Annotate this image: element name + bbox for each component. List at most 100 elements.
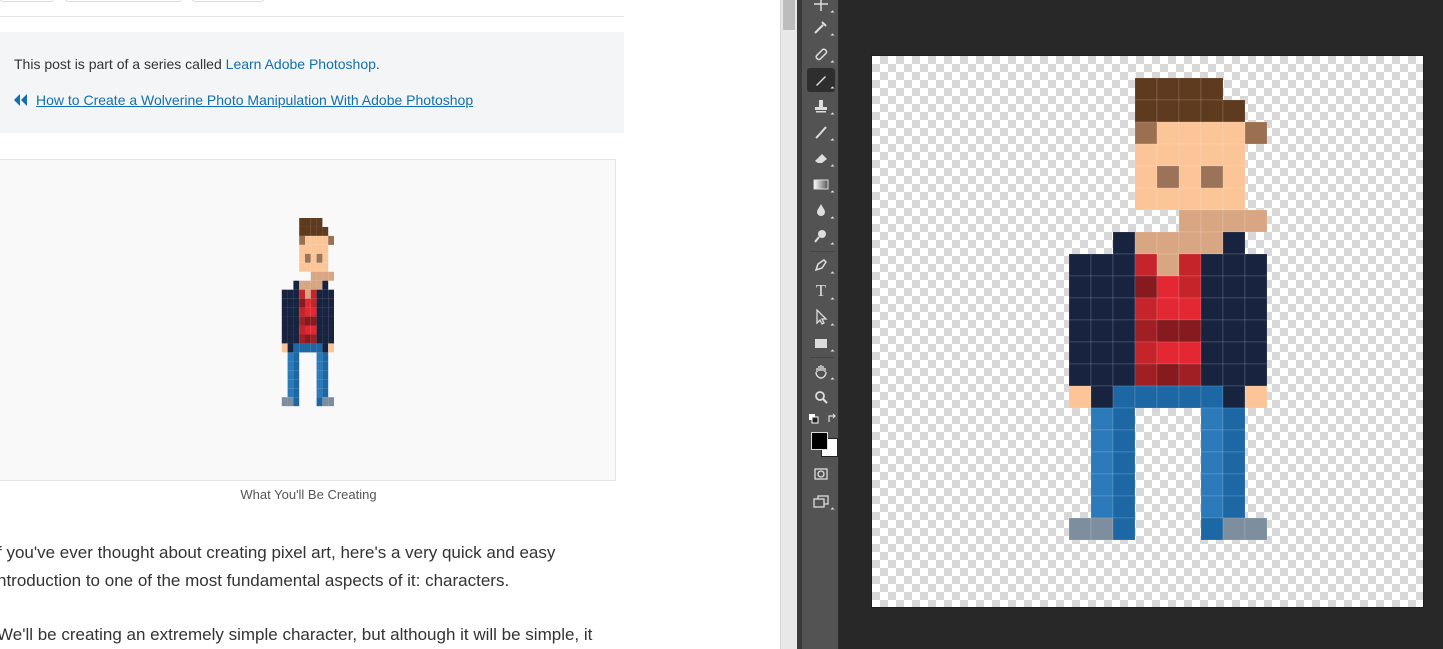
screen-mode-tool[interactable] — [807, 489, 835, 513]
pixel — [1222, 363, 1246, 387]
pixel — [1178, 143, 1202, 167]
pixel — [1178, 363, 1202, 387]
history-brush-tool[interactable] — [807, 120, 835, 144]
pixel — [287, 370, 294, 380]
pixel — [293, 343, 300, 353]
zoom-tool[interactable] — [807, 385, 835, 409]
pen-tool[interactable] — [807, 253, 835, 277]
pixel — [1178, 231, 1202, 255]
pixel — [316, 370, 323, 380]
document-canvas[interactable] — [872, 56, 1423, 607]
pixel — [287, 325, 294, 335]
eraser-tool[interactable] — [807, 146, 835, 170]
series-link[interactable]: Learn Adobe Photoshop — [226, 56, 376, 72]
pixel — [316, 325, 323, 335]
quick-mask-tool[interactable] — [807, 462, 835, 486]
pixel — [305, 298, 311, 308]
dodge-tool[interactable] — [807, 224, 835, 248]
pixel — [1244, 363, 1268, 387]
pixel — [1200, 495, 1224, 519]
pixel — [1222, 451, 1246, 475]
quick-mask-icon — [814, 468, 828, 480]
pixel — [310, 244, 317, 254]
pixel — [305, 253, 311, 263]
eraser-icon — [815, 154, 827, 163]
pixel — [322, 280, 329, 290]
pixel — [316, 397, 323, 407]
pixel — [1112, 363, 1136, 387]
double-chevron-left-icon — [14, 94, 27, 106]
pixel — [1178, 297, 1202, 321]
path-selection-tool[interactable] — [807, 305, 835, 329]
pixel — [316, 361, 323, 371]
pixel — [322, 298, 329, 308]
stamp-icon — [815, 100, 827, 113]
pixel — [1090, 473, 1114, 497]
pixel — [1090, 517, 1114, 541]
pixel — [310, 298, 317, 308]
pixel — [310, 235, 317, 245]
swap-colors-icon[interactable] — [827, 413, 838, 424]
pixel — [316, 253, 323, 263]
spot-healing-tool[interactable] — [807, 42, 835, 66]
pixel — [287, 334, 294, 344]
pixel — [299, 235, 305, 245]
pixel — [299, 218, 305, 227]
pixel — [328, 325, 334, 335]
tag-button[interactable] — [0, 0, 54, 2]
pixel — [1200, 187, 1224, 211]
pixel — [1112, 407, 1136, 431]
page-scrollbar[interactable] — [780, 0, 797, 649]
pixel — [1200, 451, 1224, 475]
pixel — [1134, 297, 1158, 321]
pixel — [1134, 121, 1158, 145]
pixel — [1156, 275, 1180, 299]
paragraph-line: ntroduction to one of the most fundament… — [0, 571, 510, 590]
pixel — [1222, 275, 1246, 299]
pixel — [1112, 451, 1136, 475]
pixel — [1112, 341, 1136, 365]
rectangle-tool[interactable] — [807, 331, 835, 355]
tag-button[interactable] — [192, 0, 264, 2]
pixel — [1090, 407, 1114, 431]
pixel — [1156, 319, 1180, 343]
pixel — [305, 280, 311, 290]
scrollbar-thumb[interactable] — [783, 0, 795, 30]
blur-tool[interactable] — [807, 198, 835, 222]
pixel — [281, 343, 288, 353]
pixel — [1200, 165, 1224, 189]
pixel — [281, 334, 288, 344]
pixel — [316, 262, 323, 272]
pencil-tool[interactable] — [807, 68, 835, 92]
pixel — [299, 343, 305, 353]
pixel — [1200, 253, 1224, 277]
pixel — [1156, 165, 1180, 189]
pixel — [322, 244, 329, 254]
pixel — [281, 289, 288, 299]
hand-tool[interactable] — [807, 359, 835, 383]
clone-stamp-tool[interactable] — [807, 94, 835, 118]
pixel — [1200, 297, 1224, 321]
pixel — [310, 280, 317, 290]
paragraph-line: f you've ever thought about creating pix… — [0, 543, 556, 562]
foreground-color-swatch[interactable] — [811, 432, 828, 450]
pixel — [328, 289, 334, 299]
pixel — [287, 298, 294, 308]
pixel — [1222, 517, 1246, 541]
type-tool[interactable]: T — [807, 279, 835, 303]
previous-post-link[interactable]: How to Create a Wolverine Photo Manipula… — [14, 92, 473, 108]
pixel — [1222, 209, 1246, 233]
pixel — [305, 334, 311, 344]
move-tool[interactable] — [807, 0, 835, 16]
bandage-icon — [815, 48, 828, 61]
pixel — [293, 280, 300, 290]
pixel — [316, 280, 323, 290]
pixel — [281, 316, 288, 326]
tag-button[interactable] — [65, 0, 182, 2]
eyedropper-tool[interactable] — [807, 15, 835, 39]
pixel — [1222, 429, 1246, 453]
previous-post-label: How to Create a Wolverine Photo Manipula… — [36, 92, 474, 108]
pixel — [1200, 209, 1224, 233]
gradient-tool[interactable] — [807, 172, 835, 196]
default-colors-icon[interactable] — [809, 414, 819, 424]
